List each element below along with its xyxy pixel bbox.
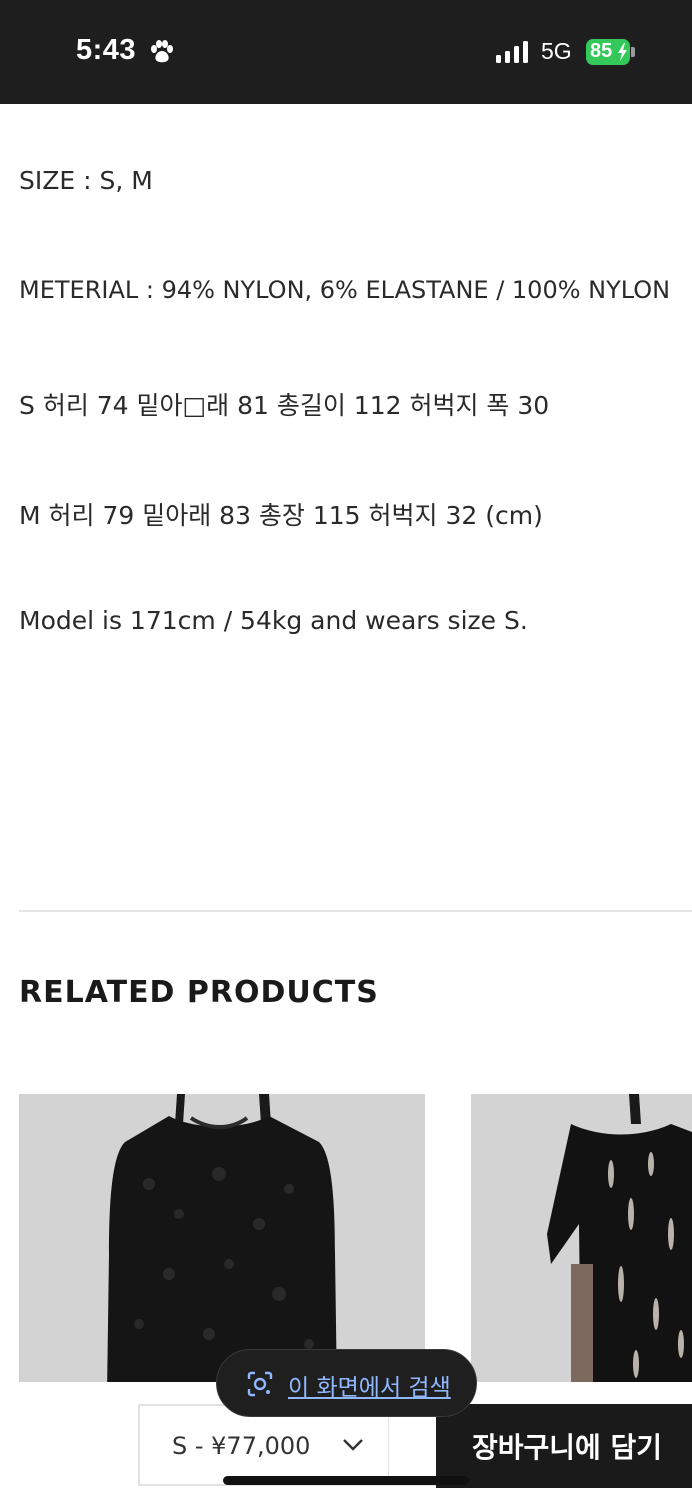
size-info: SIZE : S, M — [19, 166, 153, 195]
add-to-cart-label: 장바구니에 담기 — [472, 1431, 663, 1464]
lens-icon — [247, 1371, 273, 1397]
search-screen-label: 이 화면에서 검색 — [288, 1375, 451, 1401]
material-info: METERIAL : 94% NYLON, 6% ELASTANE / 100%… — [19, 276, 671, 304]
chevron-down-icon — [343, 1439, 363, 1451]
status-time: 5:43 — [76, 34, 137, 66]
related-products-title: RELATED PRODUCTS — [19, 975, 379, 1010]
size-m-measurements: M 허리 79 밑아래 83 총장 115 허벅지 32 (cm) — [19, 501, 543, 530]
add-to-cart-button[interactable]: 장바구니에 담기 — [436, 1404, 692, 1488]
search-screen-button[interactable]: 이 화면에서 검색 — [216, 1349, 477, 1417]
battery-level: 85 — [590, 40, 613, 62]
status-bar: 5:43 5G 85 — [0, 0, 692, 104]
related-product-card[interactable] — [471, 1094, 692, 1394]
size-s-measurements: S 허리 74 밑아□래 81 총길이 112 허벅지 폭 30 — [19, 391, 550, 420]
option-selected-value: S - ¥77,000 — [172, 1432, 311, 1460]
model-info: Model is 171cm / 54kg and wears size S. — [19, 606, 528, 635]
home-indicator[interactable] — [223, 1476, 469, 1485]
product-image-slashed-tee[interactable] — [471, 1094, 692, 1394]
battery-cap — [631, 47, 635, 57]
signal-icon — [496, 41, 528, 63]
section-divider — [19, 910, 692, 912]
battery-icon: 85 — [586, 39, 630, 65]
network-type: 5G — [541, 38, 572, 64]
bolt-icon — [618, 43, 627, 61]
paw-icon — [151, 40, 173, 63]
